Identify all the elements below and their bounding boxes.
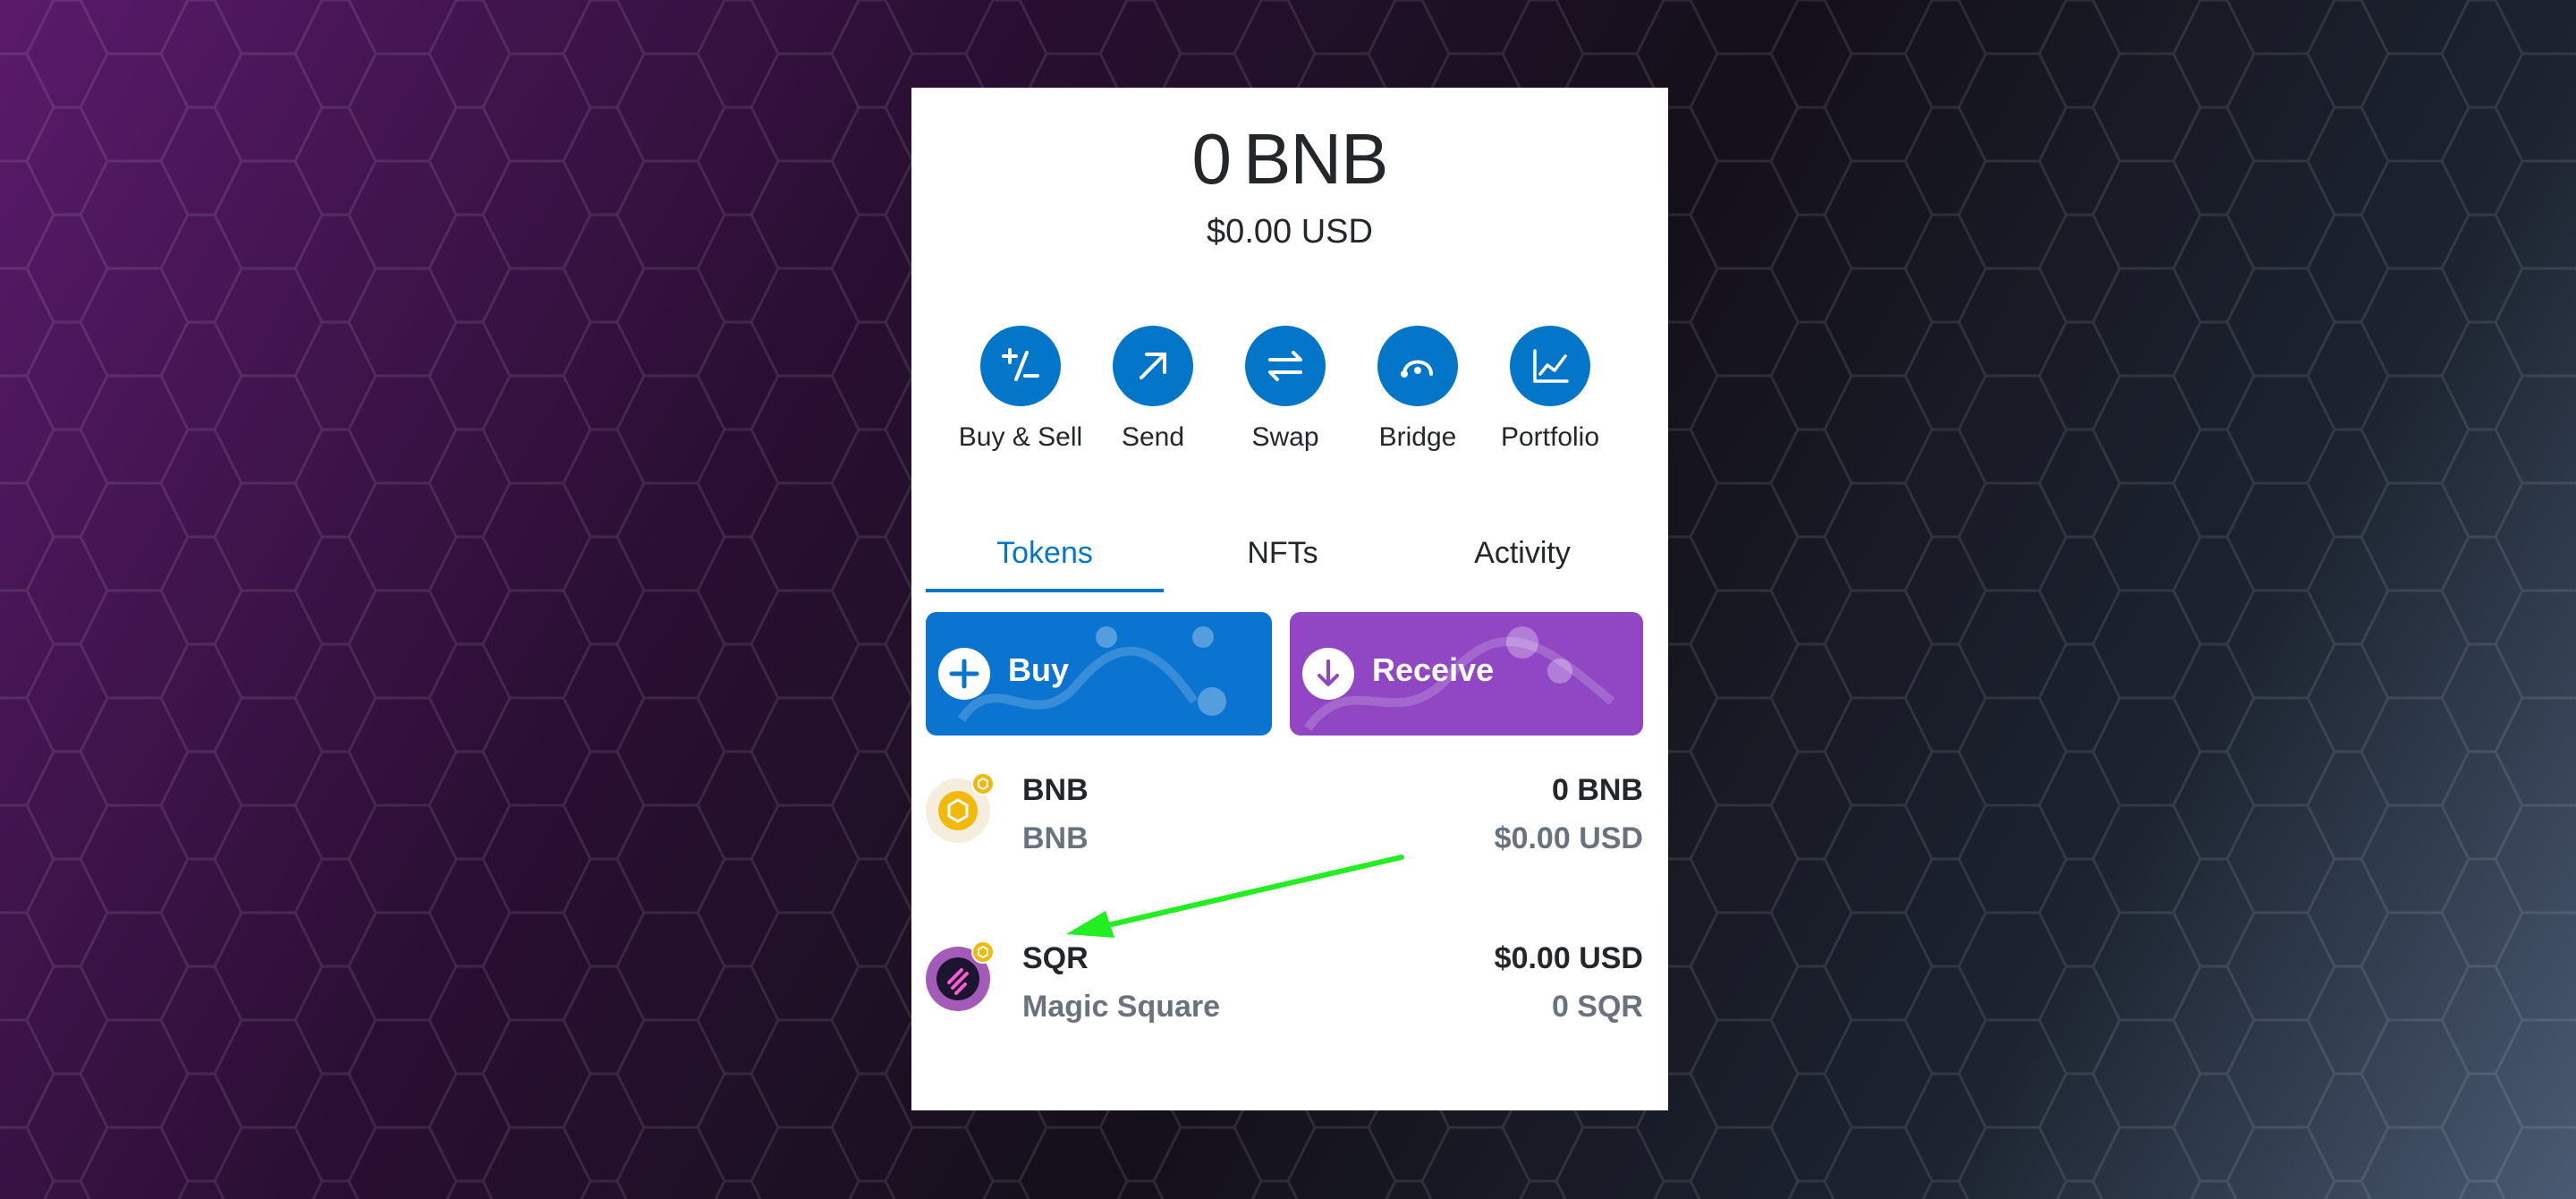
annotation-arrow <box>1066 855 1404 938</box>
